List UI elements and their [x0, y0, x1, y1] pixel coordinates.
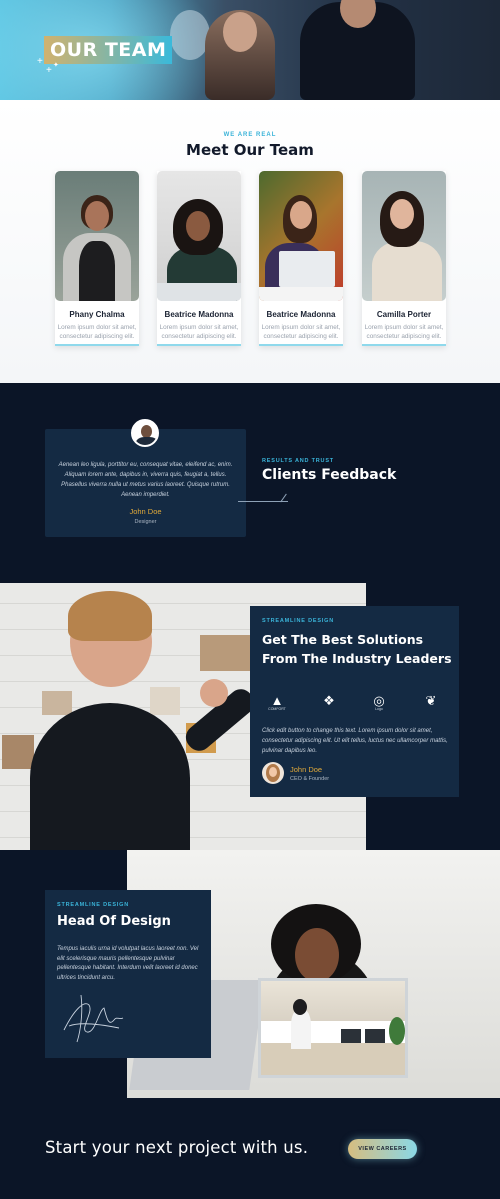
team-member-desc: Lorem ipsum dolor sit amet, consectetur …: [364, 324, 444, 340]
circle-logo-icon: ◎: [373, 693, 385, 708]
author-role: CEO & Founder: [290, 776, 330, 782]
sparkle-icon: ✦: [53, 62, 59, 69]
solutions-text: Click edit button to change this text. L…: [262, 728, 448, 754]
team-member-name: Camilla Porter: [376, 310, 432, 319]
office-inset-photo: [258, 978, 408, 1078]
head-of-design-card: STREAMLINE DESIGN Head Of Design Tempus …: [45, 890, 211, 1058]
view-careers-button[interactable]: VIEW CAREERS: [348, 1139, 417, 1159]
team-card[interactable]: Beatrice Madonna Lorem ipsum dolor sit a…: [259, 171, 343, 346]
team-member-name: Beatrice Madonna: [266, 310, 336, 319]
diamond-logo-icon: ❖: [323, 693, 335, 708]
team-member-photo: [259, 171, 343, 301]
team-eyebrow: WE ARE REAL: [223, 132, 277, 138]
testimonial-quote: Aenean leo ligula, porttitor eu, consequ…: [58, 462, 233, 498]
author-avatar: [262, 762, 284, 784]
team-member-photo: [157, 171, 241, 301]
sparkle-icon: +: [37, 56, 43, 67]
team-card[interactable]: Camilla Porter Lorem ipsum dolor sit ame…: [362, 171, 446, 346]
testimonial-role: Designer: [134, 519, 157, 525]
team-member-name: Beatrice Madonna: [164, 310, 234, 319]
cta-section: Start your next project with us. VIEW CA…: [0, 1100, 500, 1199]
partner-logo: ◎ Logo: [368, 694, 390, 712]
solutions-title: Get The Best Solutions From The Industry…: [262, 632, 452, 666]
solutions-section: STREAMLINE DESIGN Get The Best Solutions…: [0, 583, 500, 850]
team-member-photo: [55, 171, 139, 301]
author-name: John Doe: [290, 765, 323, 774]
partner-logo: ❖: [318, 694, 340, 707]
hero-photo-person: [205, 10, 275, 100]
hero-title-box: OUR TEAM: [44, 36, 173, 64]
solutions-eyebrow: STREAMLINE DESIGN: [262, 618, 334, 624]
hod-eyebrow: STREAMLINE DESIGN: [57, 902, 129, 908]
head-of-design-section: STREAMLINE DESIGN Head Of Design Tempus …: [0, 850, 500, 1100]
team-card[interactable]: Beatrice Madonna Lorem ipsum dolor sit a…: [157, 171, 241, 346]
hod-text: Tempus iaculis urna id volutpat lacus la…: [57, 946, 199, 981]
team-member-name: Phany Chalma: [69, 310, 125, 319]
testimonial-name: John Doe: [129, 507, 162, 516]
hero-title: OUR TEAM: [50, 39, 167, 61]
team-member-photo: [362, 171, 446, 301]
hero-photo-hand: [170, 10, 210, 60]
team-card[interactable]: Phany Chalma Lorem ipsum dolor sit amet,…: [55, 171, 139, 346]
leaf-logo-icon: ❦: [425, 693, 437, 708]
sparkle-icon: +: [46, 65, 52, 76]
solutions-card: STREAMLINE DESIGN Get The Best Solutions…: [250, 606, 459, 797]
team-member-desc: Lorem ipsum dolor sit amet, consectetur …: [57, 324, 137, 340]
signature-icon: [63, 994, 124, 1043]
feedback-section: Aenean leo ligula, porttitor eu, consequ…: [0, 383, 500, 583]
hero-photo-person: [300, 0, 415, 100]
testimonial-avatar: [131, 419, 159, 447]
feedback-title: Clients Feedback: [262, 467, 397, 483]
team-member-desc: Lorem ipsum dolor sit amet, consectetur …: [159, 324, 239, 340]
mountain-logo-icon: ▲: [270, 693, 284, 708]
page: OUR TEAM + + ✦ WE ARE REAL Meet Our Team…: [0, 0, 500, 1199]
partner-logo: ❦: [420, 694, 442, 707]
feedback-eyebrow: RESULTS AND TRUST: [262, 458, 334, 464]
team-member-desc: Lorem ipsum dolor sit amet, consectetur …: [261, 324, 341, 340]
partner-logo: ▲ COMFORT: [266, 694, 288, 712]
cta-text: Start your next project with us.: [45, 1138, 309, 1157]
team-section: WE ARE REAL Meet Our Team Phany Chalma L…: [0, 100, 500, 383]
team-heading: Meet Our Team: [186, 141, 314, 159]
hero-banner: OUR TEAM + + ✦: [0, 0, 500, 100]
hod-title: Head Of Design: [57, 914, 171, 929]
